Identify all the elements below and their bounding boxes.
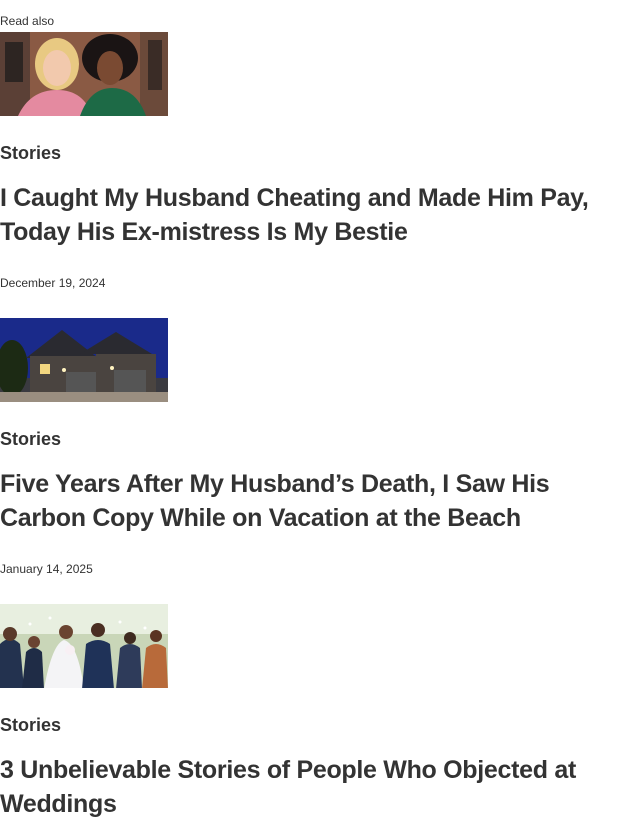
article-date: January 14, 2025 <box>0 562 93 576</box>
article-card: Stories Five Years After My Husband’s De… <box>0 318 622 577</box>
article-category[interactable]: Stories <box>0 714 622 736</box>
article-date: December 19, 2024 <box>0 276 106 290</box>
article-title[interactable]: 3 Unbelievable Stories of People Who Obj… <box>0 753 622 821</box>
article-card: Stories 3 Unbelievable Stories of People… <box>0 604 622 821</box>
article-title[interactable]: Five Years After My Husband’s Death, I S… <box>0 467 622 535</box>
article-title[interactable]: I Caught My Husband Cheating and Made Hi… <box>0 181 622 249</box>
article-card: Stories I Caught My Husband Cheating and… <box>0 32 622 291</box>
article-thumbnail-wedding[interactable] <box>0 604 168 688</box>
article-thumbnail-house-night[interactable] <box>0 318 168 402</box>
article-thumbnail-two-women[interactable] <box>0 32 168 116</box>
read-also-label: Read also <box>0 14 55 28</box>
article-category[interactable]: Stories <box>0 142 622 164</box>
article-category[interactable]: Stories <box>0 428 622 450</box>
